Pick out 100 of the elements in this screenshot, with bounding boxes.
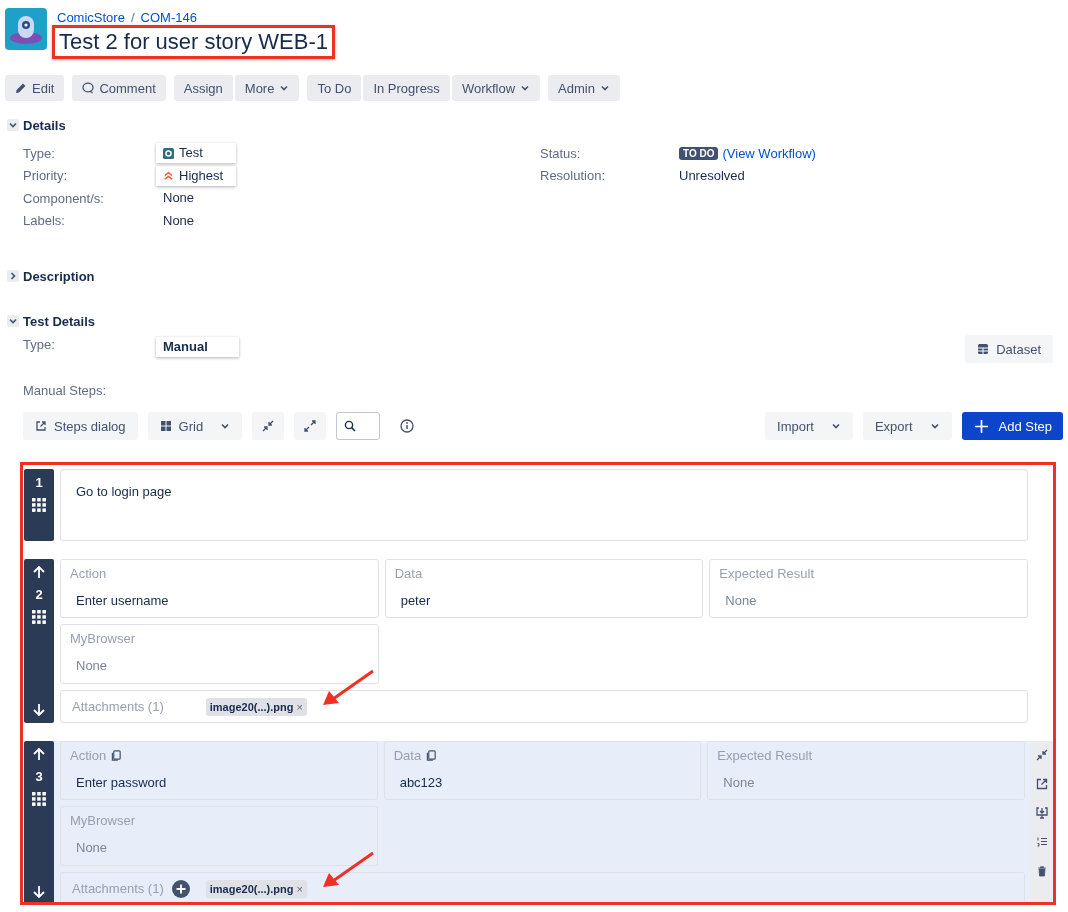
step-number: 1 <box>35 475 43 490</box>
field-value: None <box>725 593 758 608</box>
field-value: Enter username <box>76 593 170 608</box>
section-title: Test Details <box>23 313 95 329</box>
field-value: Unresolved <box>678 166 746 185</box>
field-value: None <box>76 840 109 855</box>
project-avatar-icon <box>5 8 47 50</box>
grid-dropdown[interactable]: Grid <box>147 412 243 440</box>
add-step-button[interactable]: Add Step <box>961 412 1063 440</box>
issue-title: Test 2 for user story WEB-1 <box>52 25 335 59</box>
attachment-chip[interactable]: image20(...).png × <box>205 879 307 898</box>
toolbar-button[interactable]: In Progress <box>363 75 450 101</box>
view-workflow-link[interactable]: (View Workflow) <box>722 145 816 161</box>
drag-handle-icon[interactable] <box>32 610 46 624</box>
field-label: MyBrowser <box>70 631 135 646</box>
field-label: Status: <box>540 145 582 161</box>
copy-icon[interactable] <box>426 750 438 761</box>
collapse-button[interactable] <box>252 412 285 440</box>
trash-icon[interactable] <box>1036 865 1048 877</box>
file-name[interactable]: image20(...).png <box>209 882 294 895</box>
arrow-down-icon[interactable] <box>32 885 46 899</box>
expand-button[interactable] <box>294 412 327 440</box>
search-icon <box>344 420 357 432</box>
caret-icon <box>220 421 231 431</box>
field-value: None <box>723 775 756 790</box>
caret-icon <box>599 83 610 93</box>
breadcrumb-separator: / <box>130 10 135 25</box>
field-value: Manual <box>156 337 239 357</box>
field-value: abc123 <box>399 775 444 790</box>
field-label: Expected Result <box>719 566 814 581</box>
plus-icon <box>973 418 989 434</box>
remove-button[interactable]: × <box>296 700 303 713</box>
download-icon[interactable] <box>1036 807 1048 819</box>
field-label: Data <box>393 748 422 763</box>
step-field[interactable]: Data abc123 <box>383 741 702 800</box>
step-handle[interactable]: 3 <box>24 741 54 902</box>
step-field[interactable]: Data peter <box>384 559 704 618</box>
toolbar-button[interactable]: Assign <box>173 75 233 101</box>
caret-icon <box>929 421 940 431</box>
field-label: Manual Steps: <box>22 382 108 398</box>
add-attachment-icon[interactable] <box>171 879 190 898</box>
toolbar-button[interactable]: Admin <box>548 75 620 101</box>
section-title: Details <box>23 117 66 133</box>
section-title: Description <box>23 268 95 284</box>
remove-button[interactable]: × <box>296 882 303 895</box>
grid-icon <box>159 420 172 432</box>
double-chevron-up-icon <box>163 170 174 182</box>
step-handle[interactable]: 2 <box>24 559 54 723</box>
step-field[interactable]: MyBrowser None <box>60 624 379 684</box>
field-value: peter <box>400 593 432 608</box>
field-label: Type: <box>23 337 56 352</box>
copy-icon[interactable] <box>111 750 123 761</box>
external-link-icon[interactable] <box>1036 778 1048 790</box>
comment-icon <box>82 82 95 94</box>
collapse-icon <box>262 420 275 432</box>
status-lozenge: TO DO <box>679 146 719 160</box>
step-field[interactable]: Action Enter username <box>60 559 379 618</box>
field-label: Action <box>70 748 107 763</box>
toolbar-button[interactable]: To Do <box>307 75 362 101</box>
caret-icon <box>830 421 841 431</box>
dataset-button[interactable]: Dataset <box>965 335 1053 363</box>
chevron-icon[interactable] <box>7 270 19 282</box>
info-icon[interactable] <box>400 419 415 433</box>
toolbar-button[interactable]: Edit <box>5 75 65 101</box>
drag-handle-icon[interactable] <box>32 792 46 806</box>
chevron-icon[interactable] <box>7 119 19 131</box>
steps-dialog-button[interactable]: Steps dialog <box>23 412 138 440</box>
step-handle[interactable]: 1 <box>24 469 54 541</box>
test-type-icon <box>163 147 174 159</box>
import-dropdown[interactable]: Import <box>765 412 853 440</box>
table-icon <box>977 343 990 355</box>
toolbar-button[interactable]: Comment <box>72 75 166 101</box>
field-label: Data <box>394 566 423 581</box>
toolbar-button[interactable]: More <box>234 75 300 101</box>
field-value: Go to login page <box>76 484 172 499</box>
field-label: Action <box>70 566 107 581</box>
toolbar-button[interactable]: Workflow <box>451 75 541 101</box>
export-dropdown[interactable]: Export <box>862 412 952 440</box>
drag-handle-icon[interactable] <box>32 498 46 512</box>
breadcrumb-link[interactable]: COM-146 <box>140 10 197 25</box>
arrow-down-icon[interactable] <box>32 703 46 717</box>
chevron-icon[interactable] <box>7 315 19 327</box>
arrow-up-icon[interactable] <box>32 565 46 579</box>
list-icon[interactable] <box>1036 836 1048 848</box>
arrow-up-icon[interactable] <box>32 747 46 761</box>
file-name[interactable]: image20(...).png <box>209 700 294 713</box>
attachment-chip[interactable]: image20(...).png × <box>205 697 307 716</box>
field-label: Expected Result <box>717 748 812 763</box>
attachments-label: Attachments (1) <box>72 881 164 896</box>
step-field[interactable]: Action Enter password <box>60 741 378 800</box>
collapse-icon[interactable] <box>1036 749 1048 761</box>
field-value: Enter password <box>76 775 168 790</box>
field-label: Type: <box>23 145 56 161</box>
caret-icon <box>520 83 531 93</box>
breadcrumb-link[interactable]: ComicStore <box>57 10 125 25</box>
step-number: 3 <box>35 769 43 784</box>
step-action-field[interactable]: Go to login page <box>60 469 1028 541</box>
step-field[interactable]: Expected Result None <box>709 559 1028 618</box>
search-field[interactable] <box>336 412 381 440</box>
caret-icon <box>279 83 290 93</box>
